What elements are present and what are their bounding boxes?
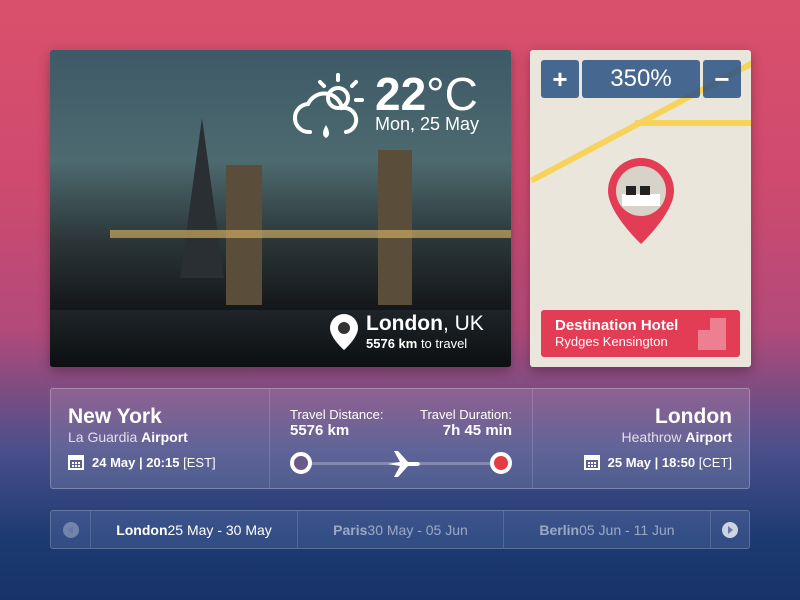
location-city: London — [366, 312, 443, 335]
destination-hotel-card[interactable]: Destination Hotel Rydges Kensington — [541, 310, 740, 357]
itinerary-city: London — [116, 521, 168, 538]
map-widget[interactable]: + 350% − Destination Hotel Rydges Kensin… — [530, 50, 751, 367]
duration-value: 7h 45 min — [442, 422, 512, 439]
route-progress — [290, 451, 512, 477]
itinerary-item-berlin[interactable]: Berlin 05 Jun - 11 Jun — [504, 511, 711, 548]
zoom-in-button[interactable]: + — [541, 60, 579, 98]
destination-airport-name: Heathrow — [621, 429, 686, 445]
destination-datetime: 25 May | 18:50 — [607, 454, 696, 470]
location-distance-suffix: to travel — [417, 336, 468, 351]
distance-value: 5576 km — [290, 422, 350, 439]
map-road — [635, 120, 751, 126]
origin-section: New York La Guardia Airport 24 May | 20:… — [51, 389, 270, 488]
itinerary-city: Paris — [333, 521, 368, 538]
chevron-right-icon — [722, 521, 738, 538]
building-icon — [698, 318, 726, 350]
origin-marker — [290, 452, 312, 474]
temperature-value: 22 — [375, 68, 427, 120]
airplane-icon — [388, 451, 420, 477]
itinerary-nav: London 25 May - 30 May Paris 30 May - 05… — [50, 510, 750, 549]
route-section: Travel Distance: 5576 km Travel Duration:… — [270, 389, 532, 488]
prev-button[interactable] — [51, 511, 91, 548]
cloud-sun-rain-icon — [292, 73, 364, 138]
duration-label: Travel Duration: — [420, 407, 512, 422]
location-distance: 5576 km — [366, 336, 418, 351]
itinerary-dates: 05 Jun - 11 Jun — [579, 521, 675, 538]
destination-timezone: [CET] — [698, 454, 732, 470]
origin-timezone: [EST] — [183, 454, 216, 470]
itinerary-city: Berlin — [539, 521, 580, 538]
zoom-level: 350% — [582, 60, 700, 98]
flight-panel: New York La Guardia Airport 24 May | 20:… — [50, 388, 750, 489]
hotel-map-pin-icon[interactable] — [608, 158, 674, 244]
origin-airport-name: La Guardia — [68, 429, 142, 445]
destination-photo-card: 22°C Mon, 25 May London, UK 5576 km to t… — [50, 50, 511, 367]
zoom-out-button[interactable]: − — [703, 60, 741, 98]
shard-building — [180, 118, 224, 278]
destination-section: London Heathrow Airport 25 May | 18:50 [… — [532, 389, 751, 488]
temperature-unit: °C — [426, 68, 478, 120]
origin-airport-word: Airport — [141, 429, 188, 445]
weather-widget: 22°C Mon, 25 May — [290, 70, 479, 145]
chevron-left-icon — [62, 521, 79, 538]
origin-city: New York — [68, 405, 162, 428]
origin-datetime: 24 May | 20:15 — [92, 454, 180, 470]
distance-label: Travel Distance: — [290, 407, 384, 422]
next-button[interactable] — [711, 511, 749, 548]
itinerary-dates: 30 May - 05 Jun — [367, 521, 468, 538]
location-country: , UK — [442, 312, 484, 335]
itinerary-dates: 25 May - 30 May — [167, 521, 272, 538]
map-pin-icon — [330, 313, 358, 350]
destination-city: London — [655, 405, 732, 428]
location-info: London, UK 5576 km to travel — [330, 312, 484, 351]
bridge-tower — [378, 150, 412, 305]
calendar-icon — [583, 455, 600, 470]
bridge-deck — [110, 230, 511, 238]
destination-marker — [490, 452, 512, 474]
calendar-icon — [68, 455, 84, 470]
itinerary-item-london[interactable]: London 25 May - 30 May — [91, 511, 298, 548]
destination-airport-word: Airport — [685, 429, 732, 445]
weather-date: Mon, 25 May — [375, 114, 480, 134]
itinerary-item-paris[interactable]: Paris 30 May - 05 Jun — [298, 511, 504, 548]
